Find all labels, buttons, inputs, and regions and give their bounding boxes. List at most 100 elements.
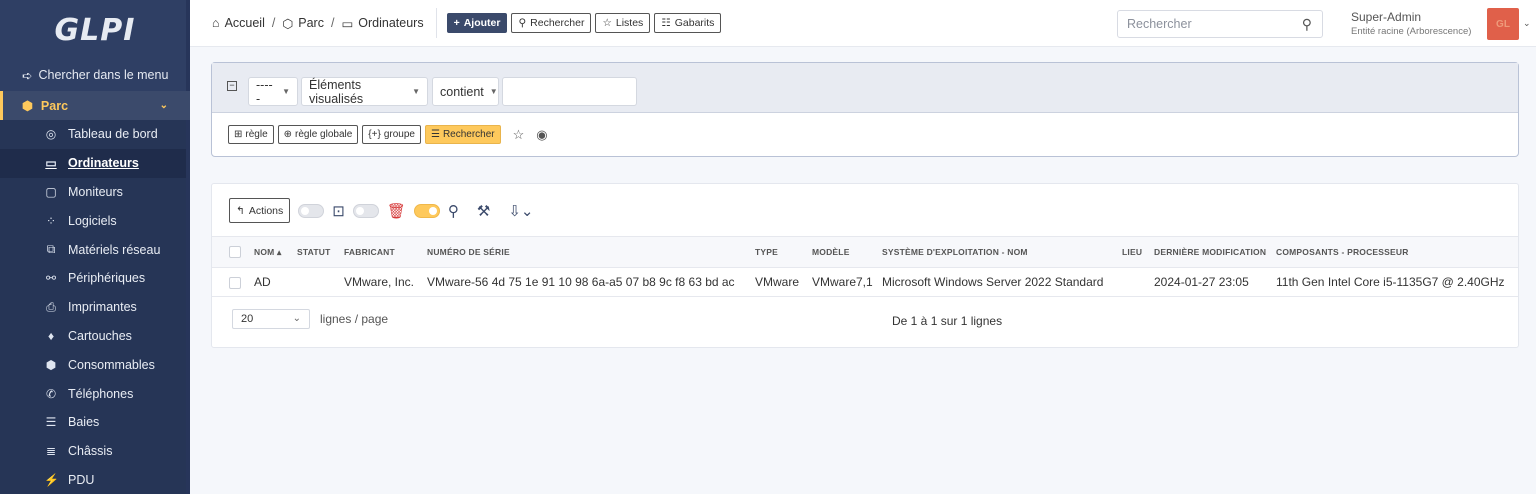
search-button-label: Rechercher [530, 17, 585, 29]
search-criteria-panel: − ----- ▼ Éléments visualisés ▼ contient ▼ … [211, 62, 1519, 157]
dashboard-icon: ◎ [45, 127, 57, 142]
search-icon: ⚲ [518, 17, 527, 29]
plus-square-icon: ⊞ [234, 129, 243, 140]
sidebar-item-peripheriques[interactable]: ⚯ Périphériques [0, 264, 190, 293]
templates-button[interactable]: ☷ Gabarits [654, 13, 722, 33]
column-header-processor[interactable]: COMPOSANTS - PROCESSEUR [1276, 237, 1518, 268]
add-button[interactable]: + Ajouter [446, 13, 508, 33]
network-icon: ⧉ [46, 242, 56, 257]
field-select[interactable]: ----- ▼ [248, 77, 298, 106]
add-rule-button[interactable]: ⊞ règle [228, 125, 274, 144]
sidebar-item-label: Ordinateurs [68, 156, 139, 171]
breadcrumb-separator: / [330, 16, 335, 30]
sidebar-item-pdu[interactable]: ⚡ PDU [0, 466, 190, 494]
menu-search[interactable]: ➪ Chercher dans le menu [0, 60, 190, 90]
column-header-type[interactable]: TYPE [755, 237, 812, 268]
glpi-logo[interactable]: GLPI [0, 0, 190, 60]
criteria-value-input[interactable] [502, 77, 637, 106]
monitor-icon: ▢ [45, 184, 57, 199]
sidebar-item-consommables[interactable]: ⬢ Consommables [0, 350, 190, 379]
search-icon[interactable]: ⚲ [1302, 16, 1312, 33]
sidebar-item-tableau-de-bord[interactable]: ◎ Tableau de bord [0, 120, 190, 149]
sidebar-item-label: Logiciels [68, 213, 117, 228]
search-toggle[interactable] [413, 203, 440, 218]
add-rule-label: règle [245, 129, 268, 140]
box-icon: ⬡ [282, 16, 294, 31]
reset-icon[interactable]: ◉ [536, 127, 547, 143]
add-button-label: Ajouter [463, 17, 501, 29]
view-select[interactable]: Éléments visualisés ▼ [301, 77, 428, 106]
breadcrumb-home[interactable]: Accueil [225, 16, 265, 30]
star-icon: ☆ [602, 17, 612, 29]
map-toggle[interactable] [298, 203, 325, 218]
sidebar-section-parc[interactable]: ⬢ Parc ⌄ [0, 91, 190, 120]
collapse-criteria-icon[interactable]: − [227, 81, 237, 91]
export-icon[interactable]: ⇩⌄ [508, 202, 533, 220]
computer-icon: ▭ [341, 16, 354, 31]
column-header-location[interactable]: LIEU [1122, 237, 1154, 268]
sidebar-scrollbar[interactable] [186, 0, 190, 494]
divider [435, 8, 437, 38]
user-name: Super-Admin [1351, 10, 1422, 24]
page-size-value: 20 [241, 313, 254, 325]
column-header-model[interactable]: MODÈLE [812, 237, 882, 268]
corner-arrow-icon: ↰ [236, 204, 245, 217]
avatar[interactable]: GL [1487, 8, 1519, 40]
actions-button[interactable]: ↰ Actions [229, 198, 291, 223]
criteria-row: − ----- ▼ Éléments visualisés ▼ contient ▼ [212, 63, 1518, 113]
cell-location [1122, 268, 1154, 297]
operator-select-value: contient [440, 84, 484, 99]
columns-icon: ≣ [45, 444, 57, 459]
sidebar-item-moniteurs[interactable]: ▢ Moniteurs [0, 178, 190, 207]
chevron-down-icon: ⌄ [292, 313, 301, 324]
add-global-rule-label: règle globale [295, 129, 353, 140]
column-header-os[interactable]: SYSTÈME D'EXPLOITATION - NOM [882, 237, 1122, 268]
cell-status [297, 268, 344, 297]
sidebar-item-imprimantes[interactable]: ⎙ Imprimantes [0, 293, 190, 322]
breadcrumb-parc[interactable]: Parc [298, 16, 324, 30]
breadcrumb-ordinateurs[interactable]: Ordinateurs [358, 16, 423, 30]
add-global-rule-button[interactable]: ⊕ règle globale [277, 125, 359, 144]
lists-button-label: Listes [615, 17, 644, 29]
sidebar-item-label: Consommables [68, 357, 155, 372]
sidebar-item-label: Châssis [68, 444, 113, 459]
column-header-status[interactable]: STATUT [297, 237, 344, 268]
star-icon[interactable]: ☆ [513, 127, 525, 143]
cell-os: Microsoft Windows Server 2022 Standard [882, 275, 1104, 289]
cell-name[interactable]: AD [254, 268, 297, 297]
sidebar-item-label: Moniteurs [68, 184, 123, 199]
sidebar-item-chassis[interactable]: ≣ Châssis [0, 437, 190, 466]
cell-serial: VMware-56 4d 75 1e 91 10 98 6a-a5 07 b8 … [427, 275, 735, 289]
chevron-down-icon[interactable]: ⌄ [1523, 18, 1531, 29]
page-size-select[interactable]: 20 ⌄ [232, 309, 310, 329]
column-header-manufacturer[interactable]: FABRICANT [344, 237, 427, 268]
sidebar-item-baies[interactable]: ☰ Baies [0, 408, 190, 437]
select-all-checkbox[interactable] [229, 246, 241, 258]
row-checkbox[interactable] [229, 276, 241, 289]
software-icon: ⁘ [45, 213, 57, 228]
sidebar-item-cartouches[interactable]: ♦ Cartouches [0, 322, 190, 351]
results-panel: ↰ Actions ⊡ 🗑 ⚲ ⚒ ⇩⌄ NOM ▴ STATUT FABRICA… [211, 183, 1519, 348]
user-menu[interactable]: Super-Admin Entité racine (Arborescence) [1351, 10, 1471, 37]
search-icon: ⚲ [447, 202, 459, 220]
add-group-button[interactable]: {+} groupe [362, 125, 421, 144]
column-header-serial[interactable]: NUMÉRO DE SÉRIE [427, 237, 755, 268]
global-search-input[interactable]: Rechercher ⚲ [1117, 10, 1323, 38]
plus-circle-icon: ⊕ [283, 129, 293, 140]
sidebar-item-materiels-reseau[interactable]: ⧉ Matériels réseau [0, 235, 190, 264]
sidebar-item-telephones[interactable]: ✆ Téléphones [0, 379, 190, 408]
column-header-name[interactable]: NOM ▴ [254, 237, 297, 268]
cell-processor: 11th Gen Intel Core i5-1135G7 @ 2.40GHz [1276, 275, 1505, 289]
run-search-button[interactable]: ☰ Rechercher [424, 125, 501, 144]
sidebar-item-logiciels[interactable]: ⁘ Logiciels [0, 206, 190, 235]
lists-button[interactable]: ☆ Listes [595, 13, 651, 33]
search-button[interactable]: ⚲ Rechercher [511, 13, 592, 33]
caret-down-icon: ▼ [282, 87, 290, 96]
sidebar-item-label: Matériels réseau [68, 242, 161, 257]
trash-toggle[interactable] [352, 203, 379, 218]
sidebar-item-label: Tableau de bord [68, 127, 158, 142]
wrench-icon[interactable]: ⚒ [477, 202, 490, 220]
column-header-modified[interactable]: DERNIÈRE MODIFICATION [1154, 237, 1276, 268]
operator-select[interactable]: contient ▼ [432, 77, 499, 106]
sidebar-item-ordinateurs[interactable]: ▭ Ordinateurs [0, 148, 190, 178]
